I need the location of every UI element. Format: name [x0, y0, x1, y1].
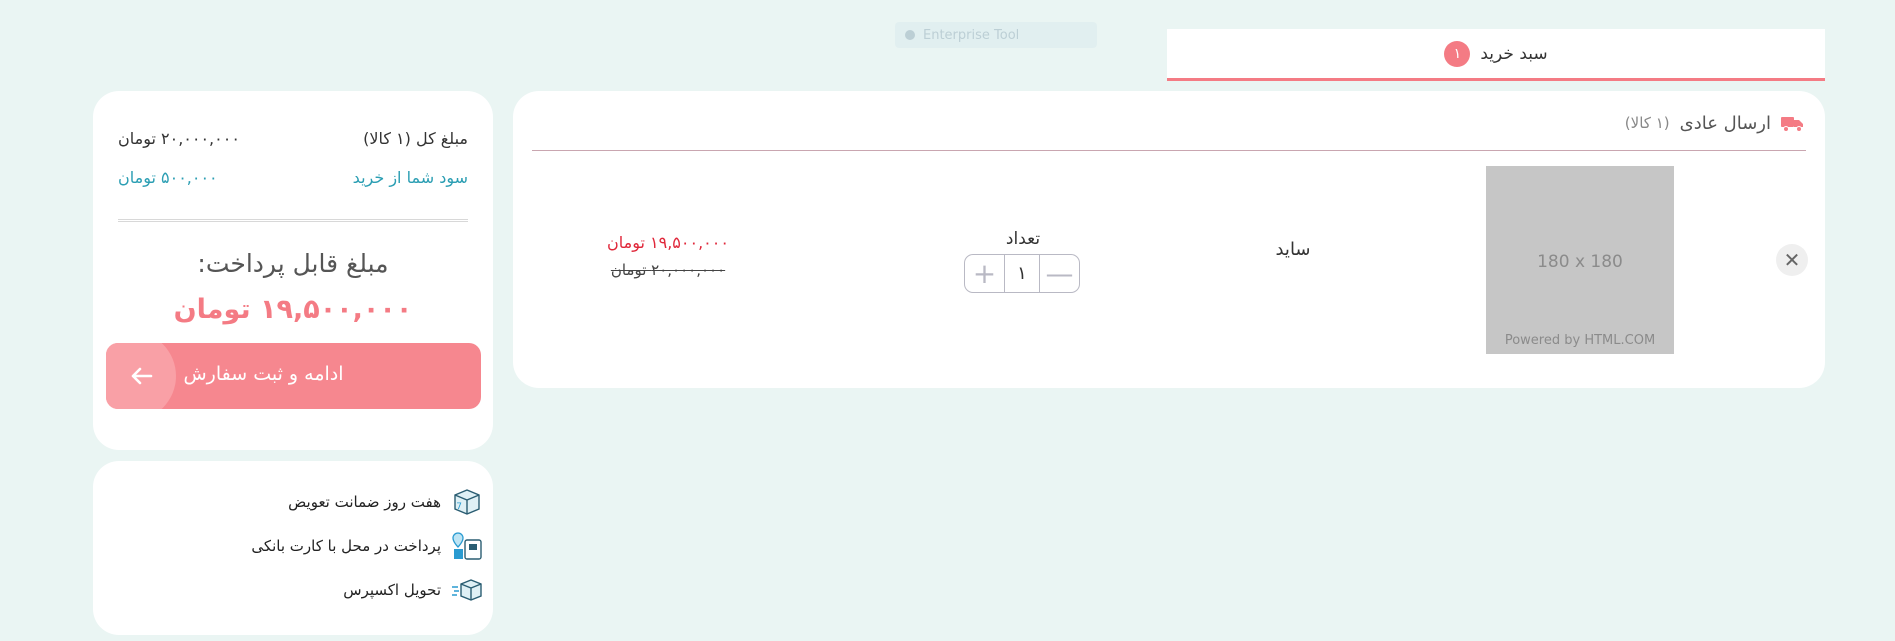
card-payment-icon — [452, 532, 482, 560]
divider — [532, 150, 1806, 151]
total-value: ۲۰,۰۰۰,۰۰۰ تومان — [118, 129, 240, 148]
profit-label: سود شما از خرید — [352, 168, 468, 187]
quantity-value[interactable]: ۱ — [1004, 255, 1040, 292]
profit-value: ۵۰۰,۰۰۰ تومان — [118, 168, 218, 187]
product-image: 180 x 180 Powered by HTML.COM — [1486, 166, 1674, 354]
cart-card: ارسال عادی (۱ کالا) ✕ 180 x 180 Powered … — [513, 91, 1825, 388]
original-price: ۲۰,۰۰۰,۰۰۰ تومان — [610, 261, 726, 279]
feature-item: تحویل اکسپرس — [343, 575, 483, 605]
divider — [118, 219, 468, 222]
cart-count-badge: ۱ — [1444, 40, 1471, 67]
feature-label: پرداخت در محل با کارت بانکی — [251, 537, 441, 555]
express-box-icon — [452, 579, 482, 601]
shipping-count: (۱ کالا) — [1624, 114, 1670, 132]
remove-item-button[interactable]: ✕ — [1776, 244, 1808, 276]
feature-label: هفت روز ضمانت تعویض — [288, 493, 441, 511]
image-placeholder-credit: Powered by HTML.COM — [1504, 333, 1656, 348]
plus-icon: + — [972, 256, 997, 290]
close-icon: ✕ — [1783, 249, 1801, 272]
feature-item: 7 هفت روز ضمانت تعویض — [288, 487, 483, 517]
payable-amount: ۱۹,۵۰۰,۰۰۰ تومان — [173, 294, 413, 325]
quantity-label: تعداد — [1005, 229, 1041, 249]
profit-row: سود شما از خرید ۵۰۰,۰۰۰ تومان — [118, 168, 468, 187]
total-label: مبلغ کل (۱ کالا) — [363, 129, 468, 148]
dot-icon — [905, 30, 915, 40]
total-row: مبلغ کل (۱ کالا) ۲۰,۰۰۰,۰۰۰ تومان — [118, 129, 468, 148]
quantity-stepper: + ۱ — — [964, 254, 1080, 293]
shipping-header: ارسال عادی (۱ کالا) — [1625, 105, 1805, 141]
checkout-button[interactable]: ادامه و ثبت سفارش — [106, 343, 481, 409]
discounted-price: ۱۹,۵۰۰,۰۰۰ تومان — [607, 233, 729, 252]
tab-cart-label: سبد خرید — [1480, 43, 1548, 64]
guarantee-box-icon: 7 — [454, 489, 480, 515]
tab-cart[interactable]: سبد خرید ۱ — [1167, 29, 1825, 81]
minus-icon: — — [1045, 256, 1074, 290]
faded-header-label: Enterprise Tool — [923, 27, 1020, 43]
features-card: 7 هفت روز ضمانت تعویض پرداخت در محل با ک… — [93, 461, 493, 635]
decrease-quantity-button[interactable]: — — [1040, 255, 1079, 292]
svg-text:7: 7 — [456, 502, 462, 512]
order-summary-card: مبلغ کل (۱ کالا) ۲۰,۰۰۰,۰۰۰ تومان سود شم… — [93, 91, 493, 450]
payable-label: مبلغ قابل پرداخت: — [197, 249, 389, 278]
checkout-button-label: ادامه و ثبت سفارش — [183, 363, 344, 385]
feature-item: پرداخت در محل با کارت بانکی — [251, 531, 483, 561]
faded-header-item: Enterprise Tool — [895, 22, 1097, 48]
product-name[interactable]: ساید — [1253, 239, 1333, 260]
shipping-title: ارسال عادی — [1679, 112, 1771, 134]
feature-label: تحویل اکسپرس — [343, 581, 441, 599]
image-placeholder-size: 180 x 180 — [1537, 252, 1623, 272]
increase-quantity-button[interactable]: + — [965, 255, 1004, 292]
truck-icon — [1781, 117, 1803, 132]
